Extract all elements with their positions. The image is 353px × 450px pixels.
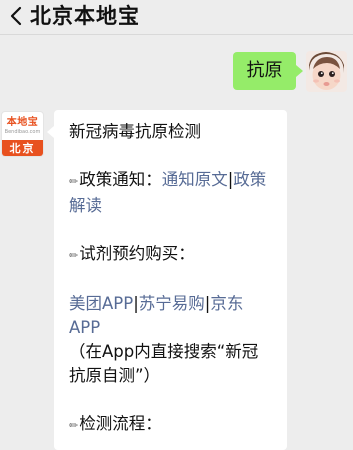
pencil-icon: ✏ — [69, 419, 79, 432]
logo-subtext: Bendibao.com — [4, 129, 41, 135]
bendibao-logo: 本地宝 Bendibao.com — [2, 112, 43, 140]
flow-line: ✏检测流程： — [69, 412, 274, 438]
search-hint: （在App内直接搜索“新冠抗原自测”） — [69, 342, 259, 385]
pencil-icon: ✏ — [69, 175, 79, 188]
flow-label: 检测流程： — [79, 414, 162, 433]
policy-line: ✏政策通知：通知原文|政策解读 — [69, 168, 274, 218]
pencil-icon: ✏ — [69, 249, 79, 262]
policy-label: 政策通知： — [79, 170, 162, 189]
chat-title: 北京本地宝 — [30, 4, 140, 28]
link-notice-original[interactable]: 通知原文 — [162, 170, 228, 189]
link-suning[interactable]: 苏宁易购 — [139, 294, 205, 313]
buy-line: ✏试剂预约购买： — [69, 242, 274, 268]
app-links-line: 美团APP|苏宁易购|京东APP — [69, 292, 274, 340]
user-avatar[interactable] — [306, 51, 347, 92]
official-account-avatar[interactable]: 本地宝 Bendibao.com 北京 — [1, 111, 44, 157]
outgoing-message-bubble[interactable]: 抗原 — [233, 52, 303, 90]
incoming-message-bubble: 新冠病毒抗原检测 ✏政策通知：通知原文|政策解读 ✏试剂预约购买： 美团APP|… — [47, 110, 287, 450]
link-meituan[interactable]: 美团APP — [69, 294, 133, 313]
message-content: 新冠病毒抗原检测 ✏政策通知：通知原文|政策解读 ✏试剂预约购买： 美团APP|… — [69, 120, 274, 438]
chevron-left-icon[interactable] — [4, 3, 28, 29]
message-title: 新冠病毒抗原检测 — [69, 122, 201, 141]
logo-text: 本地宝 — [6, 117, 39, 128]
buy-label: 试剂预约购买： — [79, 244, 195, 263]
logo-city: 北京 — [2, 140, 43, 156]
top-bar: 北京本地宝 — [0, 0, 353, 35]
